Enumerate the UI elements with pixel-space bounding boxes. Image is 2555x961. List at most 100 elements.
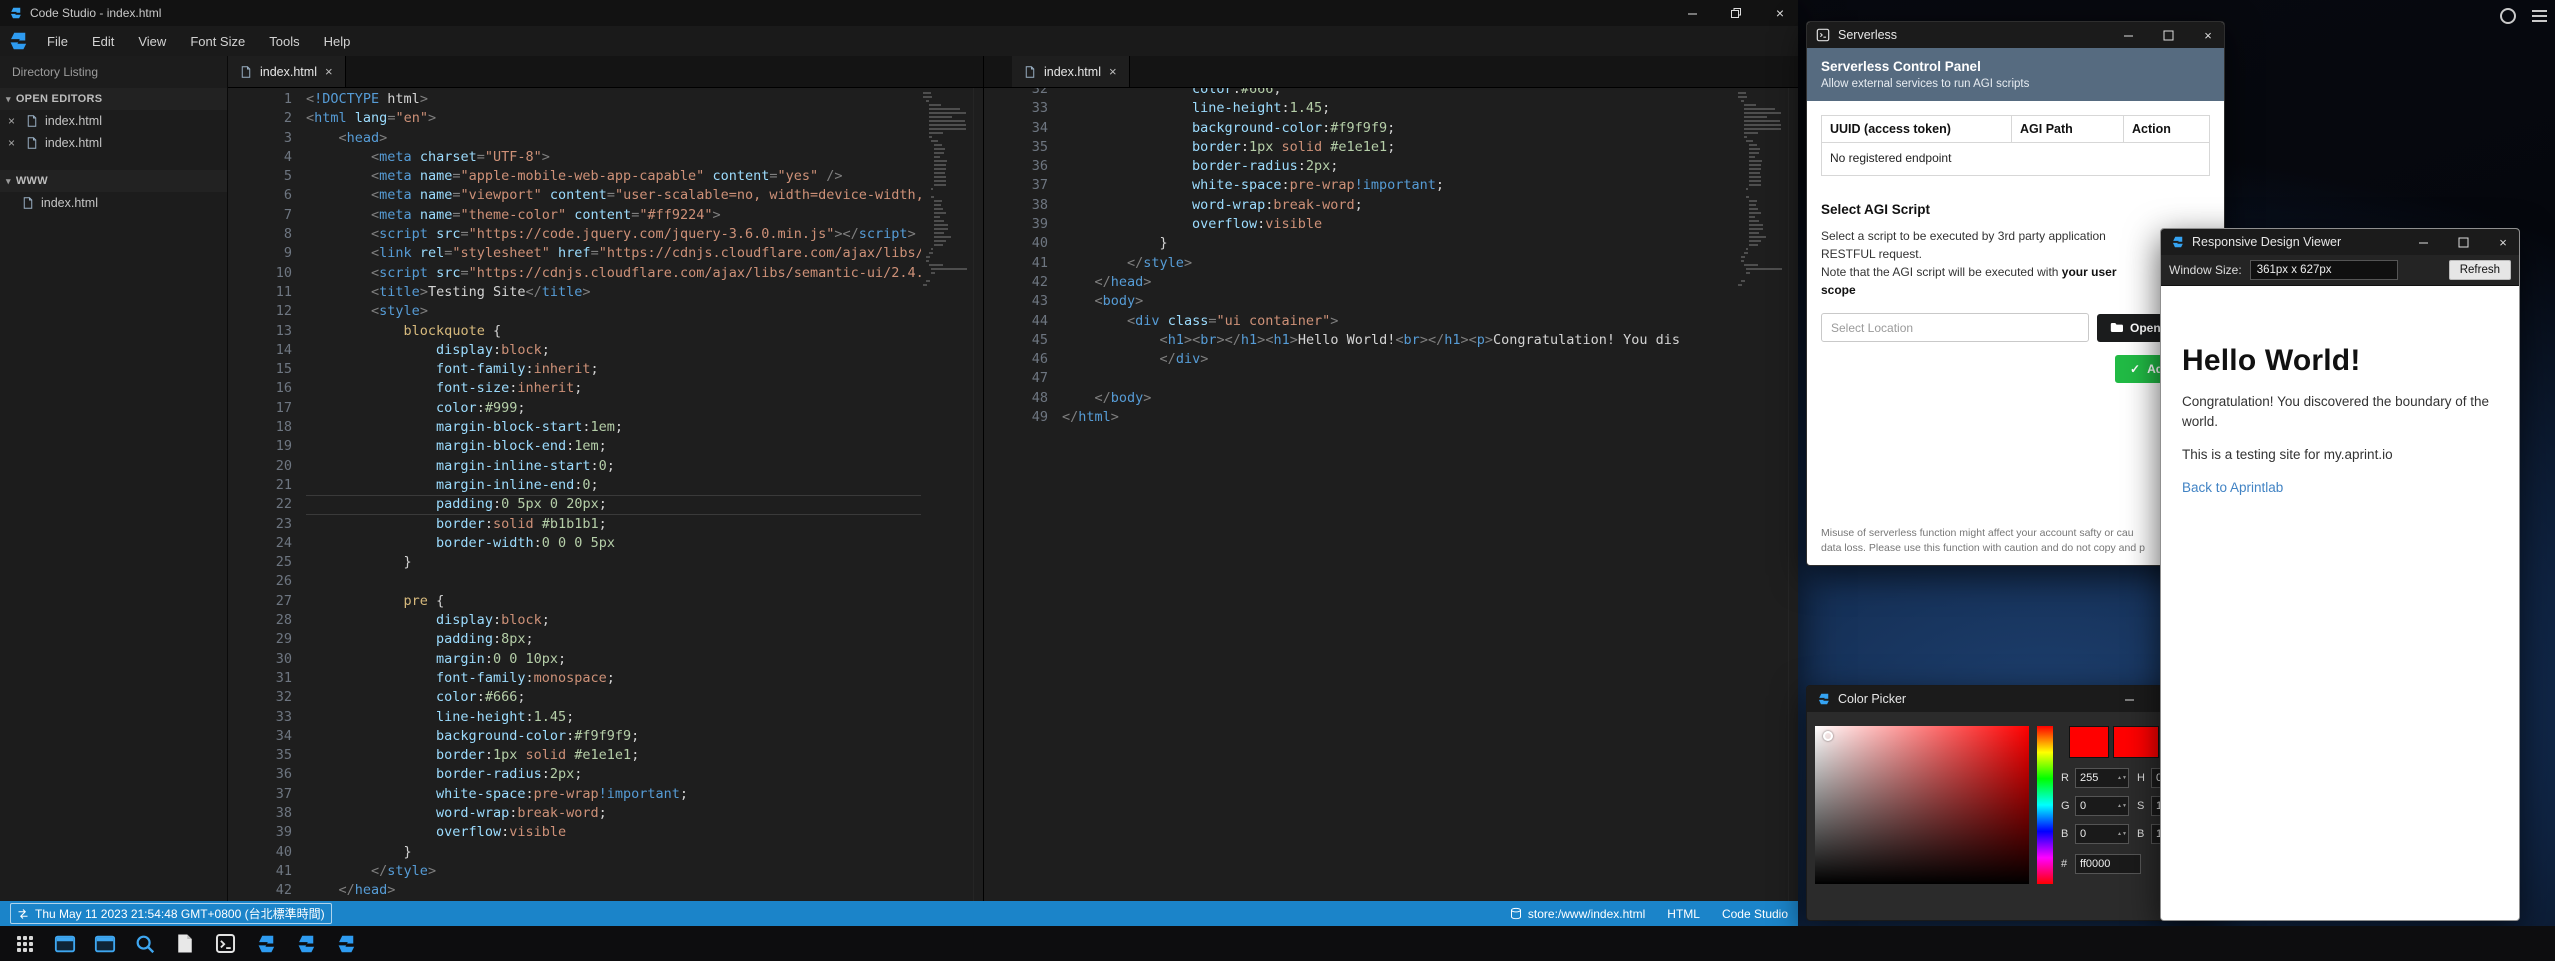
code-studio-logo-icon [1816,692,1830,706]
minimize-icon[interactable] [1674,0,1710,26]
editor-group-left: index.html × 123456789101112131415161718… [228,56,984,901]
close-icon[interactable]: × [2192,22,2224,48]
window-size-input[interactable] [2250,260,2398,280]
menu-file[interactable]: File [36,31,79,52]
select-agi-script-title: Select AGI Script [1821,202,2210,217]
color-cursor[interactable] [1823,731,1833,741]
minimap[interactable] [1736,88,1788,901]
hue-slider[interactable] [2037,726,2053,884]
serverless-title-bar[interactable]: Serverless × [1807,22,2224,48]
open-editor-item[interactable]: × index.html [0,132,227,154]
maximize-icon[interactable] [2447,229,2479,255]
col-uuid: UUID (access token) [1822,116,2012,143]
menu-font-size[interactable]: Font Size [179,31,256,52]
panel-subtitle: Allow external services to run AGI scrip… [1821,78,2210,90]
desktop-ring-icon[interactable] [2500,8,2516,24]
file-icon [26,136,38,150]
section-open-editors[interactable]: ▾ OPEN EDITORS [0,88,227,110]
scrollbar[interactable] [1788,88,1798,901]
taskbar-code-studio-icon[interactable] [334,933,356,955]
tab-label: index.html [260,65,317,79]
close-file-icon[interactable]: × [8,137,19,149]
app-logo-icon [8,6,22,20]
editor-group-right: index.html × 323334353637383940414243444… [984,56,1798,901]
status-datetime[interactable]: Thu May 11 2023 21:54:48 GMT+0800 (台北標準時… [10,903,332,924]
close-file-icon[interactable]: × [8,115,19,127]
window-title: Code Studio - index.html [30,6,161,20]
close-icon[interactable]: × [1762,0,1798,26]
b-stepper[interactable]: ▲▼ [2117,824,2127,844]
menu-view[interactable]: View [127,31,177,52]
preview-heading: Hello World! [2182,344,2498,378]
menu-tools[interactable]: Tools [258,31,310,52]
taskbar-code-studio-icon[interactable] [294,933,316,955]
minimize-icon[interactable] [2113,686,2145,712]
close-icon[interactable]: × [2487,229,2519,255]
minimize-icon[interactable] [2407,229,2439,255]
section-www[interactable]: ▾ WWW [0,170,227,192]
select-location-input[interactable] [1821,313,2089,342]
scrollbar[interactable] [973,88,983,901]
tab-close-icon[interactable]: × [1109,65,1117,78]
color-picker-window-title: Color Picker [1838,692,1906,706]
gutter: 323334353637383940414243444546474849 [984,88,1048,901]
saturation-value-picker[interactable] [1815,726,2029,884]
col-action: Action [2124,116,2209,143]
tab-close-icon[interactable]: × [325,65,333,78]
taskbar-file-app-icon[interactable] [174,933,196,955]
taskbar-window-app-icon[interactable] [54,933,76,955]
hex-input[interactable] [2075,854,2141,874]
color-swatch-current [2069,726,2109,758]
gutter: 1234567891011121314151617181920212223242… [228,88,292,901]
tab-index-html[interactable]: index.html × [1012,56,1130,87]
taskbar-window-app-icon[interactable] [94,933,116,955]
title-bar[interactable]: Code Studio - index.html × [0,0,1798,26]
g-stepper[interactable]: ▲▼ [2117,796,2127,816]
status-file-path[interactable]: store:/www/index.html [1510,907,1645,921]
serverless-panel-header: Serverless Control Panel Allow external … [1807,48,2224,101]
g-label: G [2061,800,2073,812]
maximize-icon[interactable] [2152,22,2184,48]
status-language[interactable]: HTML [1667,907,1700,921]
color-swatch-previous [2113,726,2159,758]
empty-endpoint-text: No registered endpoint [1822,143,2209,176]
taskbar-code-studio-icon[interactable] [254,933,276,955]
responsive-viewer-title-bar[interactable]: Responsive Design Viewer × [2161,229,2519,255]
menu-help[interactable]: Help [313,31,362,52]
refresh-button[interactable]: Refresh [2449,260,2511,280]
agi-script-description: Select a script to be executed by 3rd pa… [1821,227,2210,299]
preview-paragraph: This is a testing site for my.aprint.io [2182,445,2498,465]
code-studio-logo-icon [2170,235,2184,249]
minimize-icon[interactable] [2112,22,2144,48]
back-to-aprintlab-link[interactable]: Back to Aprintlab [2182,480,2283,495]
apps-grid-icon[interactable] [14,933,36,955]
menu-edit[interactable]: Edit [81,31,125,52]
code-studio-logo-icon [6,30,28,52]
code-editor-left[interactable]: 1234567891011121314151617181920212223242… [228,88,983,901]
minimap[interactable] [921,88,973,901]
window-size-label: Window Size: [2169,263,2242,277]
desktop-menu-icon[interactable] [2532,10,2547,22]
tree-item-index-html[interactable]: index.html [0,192,227,214]
tab-label: index.html [1044,65,1101,79]
s-label: S [2137,800,2149,812]
r-label: R [2061,772,2073,784]
code-lines[interactable]: <!DOCTYPE html><html lang="en"> <head> <… [292,88,921,901]
status-app-name[interactable]: Code Studio [1722,907,1788,921]
menu-bar: File Edit View Font Size Tools Help [0,26,1798,56]
preview-paragraph: Congratulation! You discovered the bound… [2182,392,2498,431]
r-stepper[interactable]: ▲▼ [2117,768,2127,788]
code-editor-right[interactable]: 323334353637383940414243444546474849 col… [984,88,1798,901]
panel-title: Serverless Control Panel [1821,59,2210,74]
responsive-viewer-window: Responsive Design Viewer × Window Size: … [2160,228,2520,921]
restore-icon[interactable] [1718,0,1754,26]
taskbar-terminal-app-icon[interactable] [214,933,236,955]
file-icon [22,196,34,210]
tab-strip-right: index.html × [984,56,1798,88]
folder-icon [2110,322,2123,333]
file-icon [240,65,252,79]
tab-index-html[interactable]: index.html × [228,56,346,87]
open-editor-item[interactable]: × index.html [0,110,227,132]
code-lines[interactable]: color:#666; line-height:1.45; background… [1048,88,1736,901]
taskbar-search-app-icon[interactable] [134,933,156,955]
